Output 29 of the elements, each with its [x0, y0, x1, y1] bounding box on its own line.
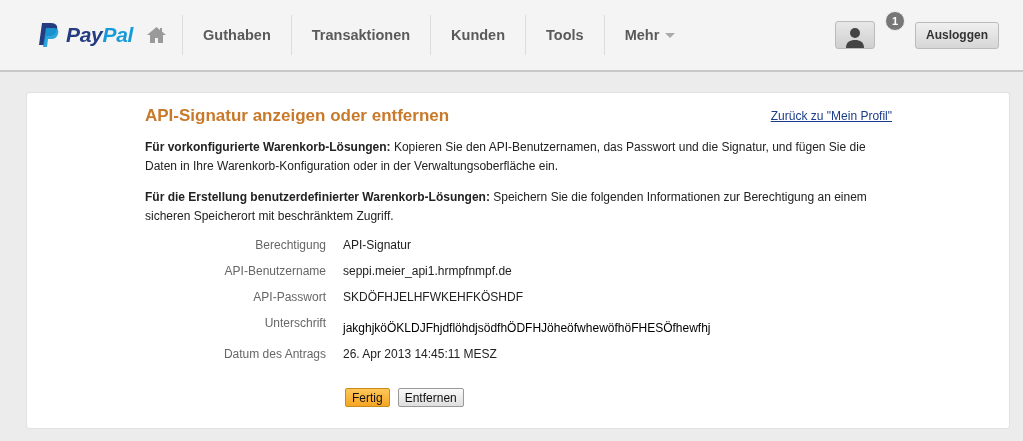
- done-button[interactable]: Fertig: [345, 388, 390, 407]
- caret-icon: [665, 32, 676, 38]
- nav-menu[interactable]: Mehr: [603, 15, 696, 55]
- page-title: API-Signatur anzeigen oder entfernen: [145, 106, 450, 126]
- paypal-logo-icon: [38, 22, 60, 48]
- field-label: API-Benutzername: [223, 263, 326, 280]
- field-value: seppi.meier_api1.hrmpfnmpf.de: [343, 263, 513, 280]
- field-value: API-Signatur: [343, 237, 413, 254]
- logout-button[interactable]: Ausloggen: [915, 21, 999, 49]
- instruction-text: Für die Erstellung benutzerdefinierter Warenkorb-Lösungen: Speichern Sie die folgenden Informationen zur Berechtigung an einem sicheren Speicherort mit beschränktem Zugriff.: [145, 189, 868, 225]
- nav-link[interactable]: Transaktionen: [290, 15, 431, 55]
- field-label: Berechtigung: [254, 237, 326, 254]
- nav-link[interactable]: Tools: [525, 15, 604, 55]
- notification-badge: 1: [885, 11, 905, 31]
- paypal-logo-text: PayPal: [66, 23, 134, 47]
- field-label: API-Passwort: [252, 289, 326, 306]
- field-label: Datum des Antrags: [222, 346, 326, 363]
- nav-link[interactable]: Guthaben: [182, 15, 291, 55]
- account-button[interactable]: [835, 21, 875, 49]
- back-link[interactable]: Zurück zu "Mein Profil": [770, 109, 892, 123]
- person-icon: [845, 27, 865, 48]
- field-value: 26. Apr 2013 14:45:11 MESZ: [343, 346, 498, 363]
- field-value: SKDÖFHJELHFWKEHFKÖSHDF: [343, 289, 524, 306]
- remove-button[interactable]: Entfernen: [397, 388, 464, 407]
- home-icon[interactable]: [147, 27, 167, 43]
- field-value: jakghjköÖKLDJFhjdflöhdjsödfhÖDFHJöheöfwhewöfhöFHESÖfhewfhj: [343, 320, 712, 337]
- nav-link[interactable]: Kunden: [430, 15, 526, 55]
- instruction-text: Für vorkonfigurierte Warenkorb-Lösungen: Kopieren Sie den API-Benutzernamen, das Passwort und die Signatur, und fügen Sie die Daten in Ihre Warenkorb-Konfiguration oder in der Verwaltungsoberfläche ein.: [145, 139, 867, 175]
- field-label: Unterschrift: [263, 315, 326, 332]
